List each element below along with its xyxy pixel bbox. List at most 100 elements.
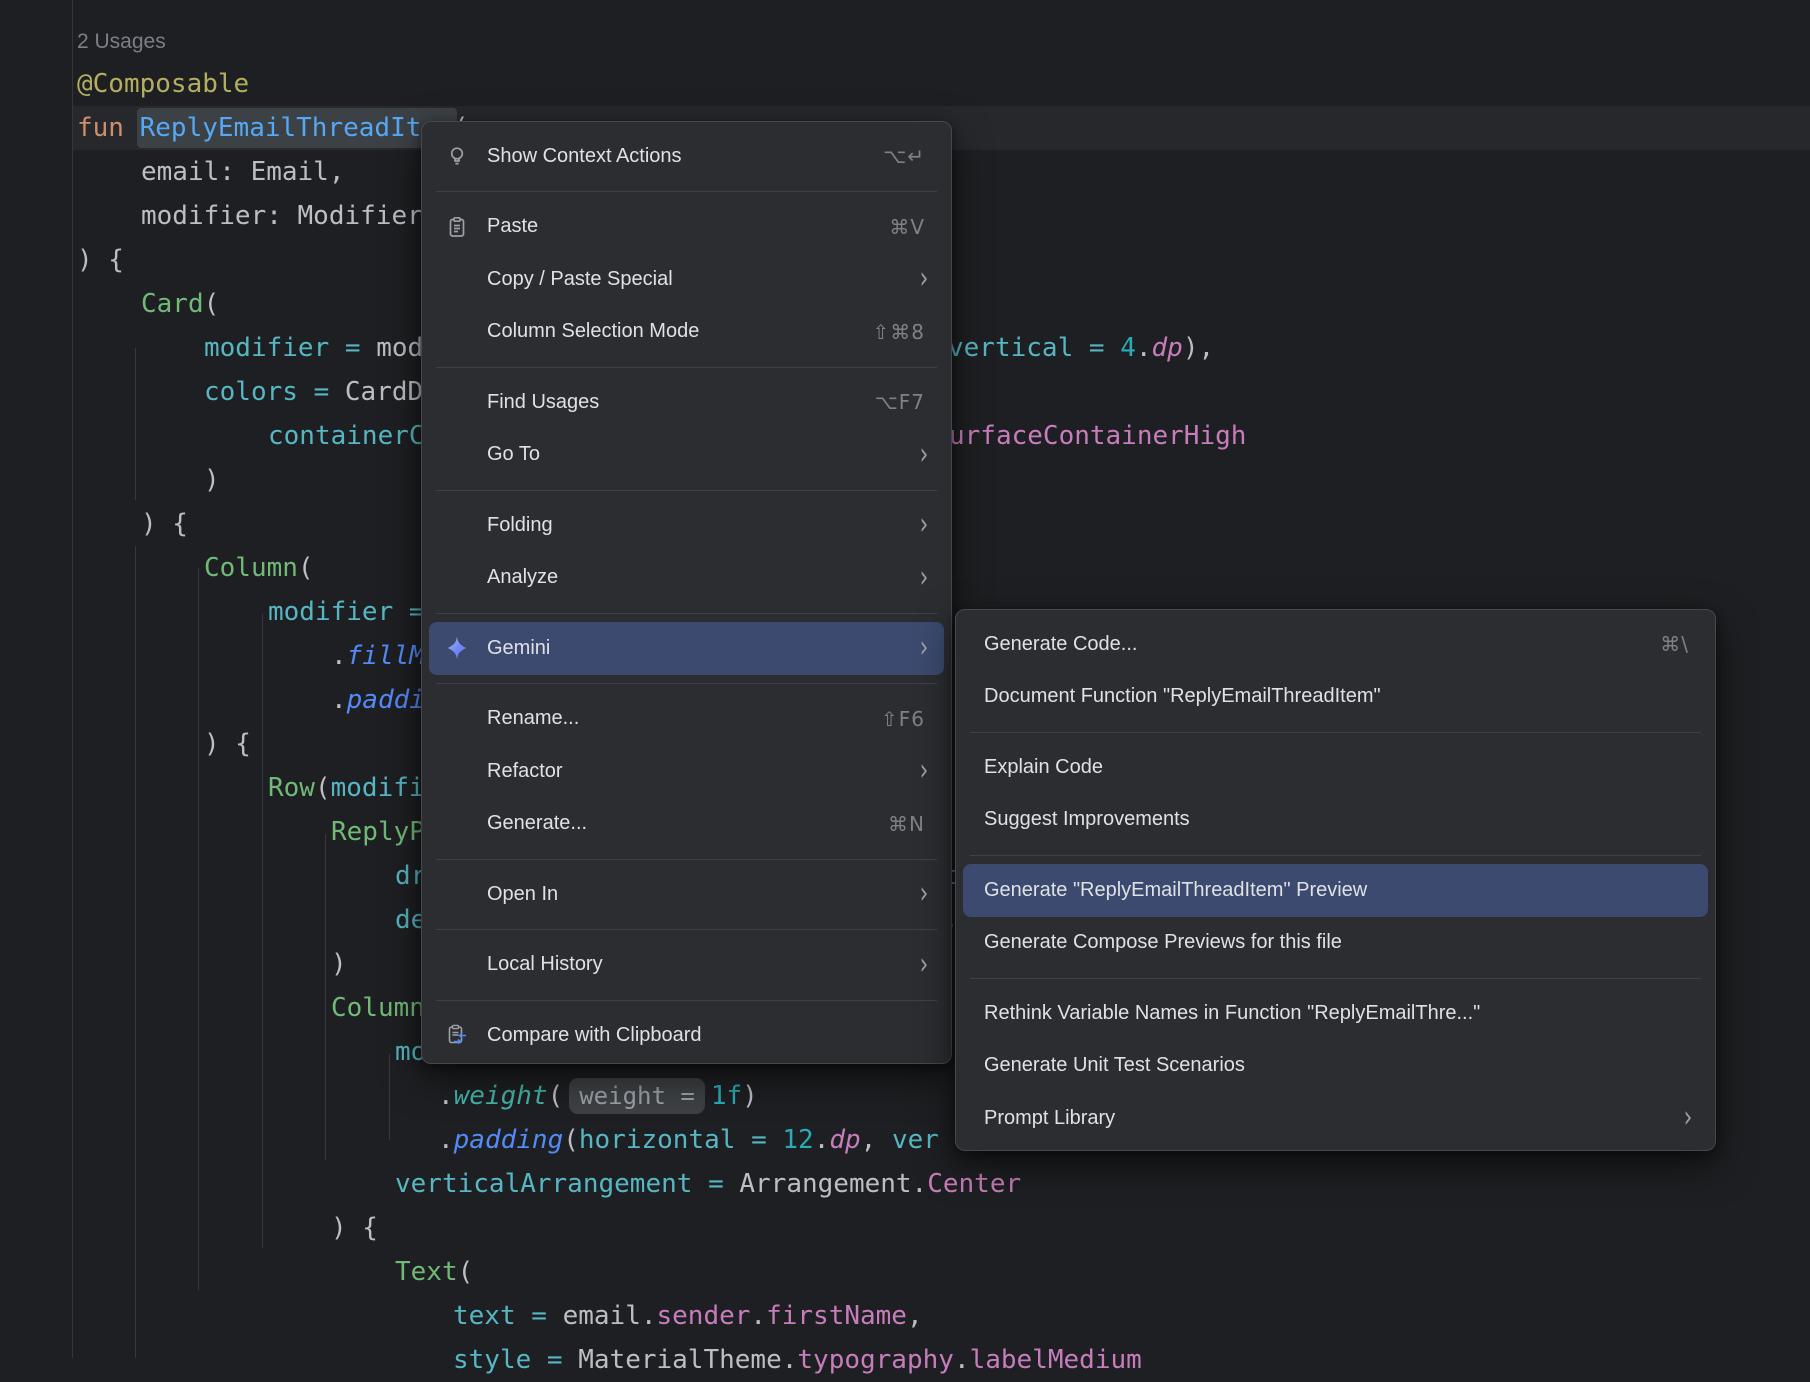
- code-token: text =: [453, 1301, 563, 1331]
- menu-item-label: Rethink Variable Names in Function "Repl…: [984, 1002, 1480, 1025]
- menu-item-column-selection-mode[interactable]: Column Selection Mode⇧⌘8: [429, 306, 944, 359]
- menu-item-label: Copy / Paste Special: [487, 268, 673, 291]
- menu-item-generate[interactable]: Generate...⌘N: [429, 798, 944, 851]
- menu-item-label: Generate Unit Test Scenarios: [984, 1054, 1245, 1077]
- code-token: modifier =: [268, 597, 440, 627]
- code-token: colors =: [204, 377, 345, 407]
- code-token: vertical =: [948, 333, 1120, 363]
- code-token: ),: [1183, 333, 1214, 363]
- code-token: (: [315, 773, 331, 803]
- menu-item-show-context-actions[interactable]: Show Context Actions ⌥↵: [429, 130, 944, 183]
- gemini-item-generate-compose-previews-for-this-file[interactable]: Generate Compose Previews for this file: [963, 917, 1708, 970]
- menu-item-paste[interactable]: Paste⌘V: [429, 201, 944, 254]
- gemini-item-prompt-library[interactable]: Prompt Library ›: [963, 1092, 1708, 1145]
- compare-clipboard-icon: [444, 1022, 470, 1048]
- menu-item-label: Go To: [487, 443, 540, 466]
- code-token: sender: [657, 1301, 751, 1331]
- menu-separator: [436, 490, 937, 491]
- code-token: ,: [861, 1125, 892, 1155]
- chevron-right-icon: ›: [1684, 1103, 1693, 1133]
- icon-spacer: [444, 442, 470, 468]
- gemini-item-generate-code[interactable]: Generate Code...⌘\: [963, 618, 1708, 671]
- menu-item-label: Paste: [487, 215, 538, 238]
- menu-item-label: Find Usages: [487, 391, 599, 414]
- gemini-item-generate-unit-test-scenarios[interactable]: Generate Unit Test Scenarios: [963, 1040, 1708, 1093]
- menu-item-label: Generate "ReplyEmailThreadItem" Preview: [984, 879, 1367, 902]
- menu-item-open-in[interactable]: Open In›: [429, 868, 944, 921]
- code-token: email: Email,: [141, 157, 345, 187]
- menu-item-label: Show Context Actions: [487, 145, 682, 168]
- code-token: style =: [453, 1345, 578, 1375]
- menu-item-find-usages[interactable]: Find Usages ⌥F7: [429, 376, 944, 429]
- code-token: ) {: [204, 729, 251, 759]
- menu-item-copy-paste-special[interactable]: Copy / Paste Special ›: [429, 253, 944, 306]
- gemini-item-explain-code[interactable]: Explain Code: [963, 741, 1708, 794]
- code-token: padding: [454, 1125, 564, 1155]
- menu-item-label: Gemini: [487, 637, 550, 660]
- code-token: firstName: [766, 1301, 907, 1331]
- chevron-right-icon: ›: [920, 879, 929, 909]
- menu-item-compare-with-clipboard[interactable]: Compare with Clipboard: [429, 1009, 944, 1062]
- menu-item-go-to[interactable]: Go To›: [429, 429, 944, 482]
- code-token: (: [548, 1081, 564, 1111]
- gemini-item-generate-replyemailthreaditem-preview[interactable]: Generate "ReplyEmailThreadItem" Preview: [963, 864, 1708, 917]
- menu-shortcut: ⇧⌘8: [873, 320, 925, 344]
- code-token: Text: [395, 1257, 458, 1287]
- code-token: MaterialTheme.: [578, 1345, 797, 1375]
- code-token: dp: [1152, 333, 1183, 363]
- menu-item-label: Document Function "ReplyEmailThreadItem": [984, 685, 1381, 708]
- lightbulb-icon: [444, 143, 470, 169]
- menu-item-label: Analyze: [487, 566, 558, 589]
- menu-separator: [436, 859, 937, 860]
- code-token: @Composable: [77, 69, 249, 99]
- menu-separator: [970, 978, 1701, 979]
- menu-item-folding[interactable]: Folding›: [429, 499, 944, 552]
- code-token: verticalArrangement =: [395, 1169, 739, 1199]
- code-token: weight: [454, 1081, 548, 1111]
- code-token: Arrangement.: [739, 1169, 927, 1199]
- menu-item-refactor[interactable]: Refactor›: [429, 745, 944, 798]
- menu-item-label: Prompt Library: [984, 1107, 1115, 1130]
- menu-item-analyze[interactable]: Analyze›: [429, 552, 944, 605]
- code-token: (: [298, 553, 314, 583]
- code-line: verticalArrangement = Arrangement.Center: [0, 1162, 1810, 1206]
- menu-item-label: Suggest Improvements: [984, 808, 1190, 831]
- chevron-right-icon: ›: [920, 633, 929, 663]
- code-token: ) {: [331, 1213, 378, 1243]
- gemini-item-document-function-replyemailthreaditem[interactable]: Document Function "ReplyEmailThreadItem": [963, 671, 1708, 724]
- code-token: ): [742, 1081, 758, 1111]
- menu-separator: [436, 929, 937, 930]
- menu-separator: [970, 732, 1701, 733]
- code-token: labelMedium: [970, 1345, 1142, 1375]
- icon-spacer: [444, 811, 470, 837]
- icon-spacer: [444, 706, 470, 732]
- icon-spacer: [444, 565, 470, 591]
- menu-shortcut: ⌥F7: [875, 390, 925, 414]
- gemini-item-suggest-improvements[interactable]: Suggest Improvements: [963, 794, 1708, 847]
- code-token: email.: [563, 1301, 657, 1331]
- gemini-item-rethink-variable-names-in-function-replyemailthre[interactable]: Rethink Variable Names in Function "Repl…: [963, 987, 1708, 1040]
- code-token: dp: [829, 1125, 860, 1155]
- code-token: .: [814, 1125, 830, 1155]
- code-token: ver: [892, 1125, 939, 1155]
- menu-shortcut: ⌘\: [1660, 632, 1689, 656]
- chevron-right-icon: ›: [920, 950, 929, 980]
- menu-item-label: Generate...: [487, 812, 587, 835]
- editor-context-menu: Show Context Actions⌥↵Paste⌘VCopy / Past…: [421, 121, 952, 1064]
- chevron-right-icon: ›: [920, 510, 929, 540]
- code-line: 2 Usages: [0, 18, 1810, 62]
- menu-separator: [436, 191, 937, 192]
- code-token: 1f: [711, 1081, 742, 1111]
- menu-item-local-history[interactable]: Local History›: [429, 939, 944, 992]
- menu-shortcut: ⌥↵: [883, 144, 925, 168]
- chevron-right-icon: ›: [920, 264, 929, 294]
- icon-spacer: [444, 758, 470, 784]
- code-token: .: [750, 1301, 766, 1331]
- menu-item-gemini[interactable]: Gemini ›: [429, 622, 944, 675]
- code-token: ) {: [77, 245, 124, 275]
- menu-item-label: Explain Code: [984, 756, 1103, 779]
- code-token: 4: [1120, 333, 1136, 363]
- code-token: typography: [797, 1345, 954, 1375]
- menu-separator: [436, 613, 937, 614]
- menu-item-rename[interactable]: Rename...⇧F6: [429, 693, 944, 746]
